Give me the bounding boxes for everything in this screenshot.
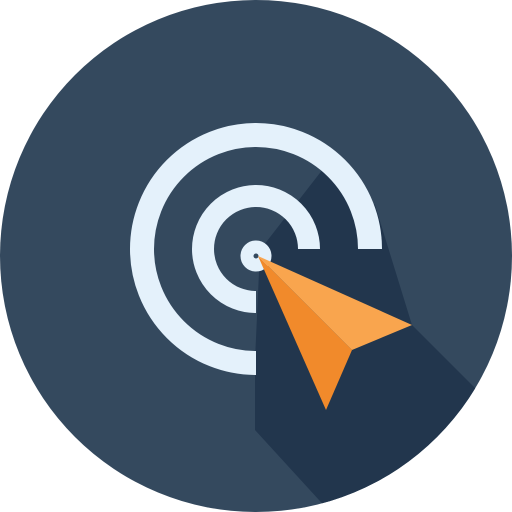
click-target-cursor-icon — [0, 0, 512, 512]
icon-svg — [0, 0, 512, 512]
